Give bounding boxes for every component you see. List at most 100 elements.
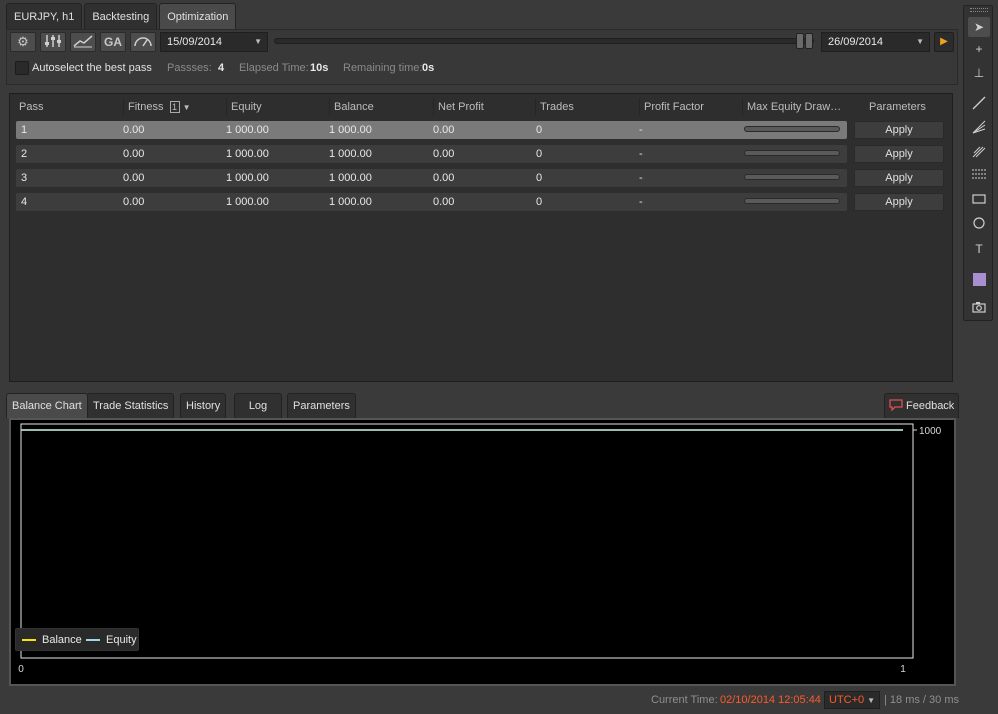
- toolbar-grip[interactable]: [970, 8, 988, 12]
- timezone-value: UTC+0: [829, 694, 865, 706]
- apply-button[interactable]: Apply: [854, 169, 944, 187]
- cell-pass: 3: [21, 172, 28, 184]
- cell-profit-factor: -: [639, 172, 643, 184]
- start-date-select[interactable]: 15/09/2014 ▼: [160, 32, 268, 52]
- apply-button[interactable]: Apply: [854, 145, 944, 163]
- table-row[interactable]: 1 0.00 1 000.00 1 000.00 0.00 0 -: [16, 121, 847, 139]
- column-header-trades[interactable]: Trades: [535, 98, 639, 116]
- legend-label-balance: Balance: [42, 634, 82, 646]
- ellipse-icon[interactable]: [968, 215, 990, 235]
- cell-net-profit: 0.00: [433, 124, 455, 136]
- cell-equity: 1 000.00: [226, 196, 269, 208]
- fibonacci-fan-icon[interactable]: [968, 119, 990, 139]
- cell-pass: 1: [21, 124, 28, 136]
- feedback-button[interactable]: Feedback: [884, 393, 960, 418]
- ga-icon[interactable]: GA: [100, 32, 126, 52]
- fitness-header-label: Fitness: [128, 101, 164, 113]
- cell-net-profit: 0.00: [433, 196, 455, 208]
- balance-chart-plot: 0 1 1000: [18, 423, 942, 675]
- cell-balance: 1 000.00: [329, 196, 372, 208]
- column-header-profit-factor[interactable]: Profit Factor: [639, 98, 742, 116]
- cell-equity: 1 000.00: [226, 124, 269, 136]
- latency-readout: | 18 ms / 30 ms: [884, 694, 959, 706]
- tab-log[interactable]: Log: [234, 393, 282, 418]
- passes-label: Passses:: [167, 62, 212, 74]
- rectangle-icon[interactable]: [968, 191, 990, 211]
- chart-line-icon[interactable]: [70, 32, 96, 52]
- trend-line-icon[interactable]: [968, 95, 990, 115]
- cursor-arrow-icon[interactable]: ➤: [968, 17, 990, 37]
- cell-equity: 1 000.00: [226, 172, 269, 184]
- cell-fitness: 0.00: [123, 124, 145, 136]
- tab-history[interactable]: History: [180, 393, 227, 418]
- current-time-value: 02/10/2014 12:05:44: [720, 694, 821, 706]
- column-header-max-equity-drawdown[interactable]: Max Equity Draw…: [742, 98, 846, 116]
- sliders-icon[interactable]: [40, 32, 66, 52]
- cell-fitness: 0.00: [123, 172, 145, 184]
- chevron-down-icon: ▼: [916, 37, 924, 46]
- chevron-down-icon: ▼: [254, 37, 262, 46]
- elapsed-value: 10s: [310, 62, 329, 74]
- tab-trade-statistics[interactable]: Trade Statistics: [87, 393, 175, 418]
- cell-profit-factor: -: [639, 196, 643, 208]
- cell-trades: 0: [536, 172, 543, 184]
- tab-balance-chart[interactable]: Balance Chart: [6, 393, 88, 418]
- column-header-fitness[interactable]: Fitness 1 ▼: [123, 98, 226, 116]
- plot-area-frame: [20, 423, 914, 659]
- cell-pass: 4: [21, 196, 28, 208]
- pitchfork-icon[interactable]: [968, 143, 990, 163]
- column-header-pass[interactable]: Pass: [15, 98, 123, 116]
- column-header-net-profit[interactable]: Net Profit: [433, 98, 535, 116]
- feedback-label: Feedback: [906, 400, 955, 412]
- column-header-parameters: Parameters: [869, 101, 926, 113]
- cell-fitness: 0.00: [123, 148, 145, 160]
- crosshair-icon[interactable]: +: [968, 39, 990, 59]
- slider-handle-left[interactable]: [796, 33, 804, 49]
- table-row[interactable]: 2 0.00 1 000.00 1 000.00 0.00 0 -: [16, 145, 847, 163]
- cell-fitness: 0.00: [123, 196, 145, 208]
- speedometer-icon[interactable]: [130, 32, 156, 52]
- sort-desc-icon: ▼: [182, 103, 191, 112]
- table-row[interactable]: 3 0.00 1 000.00 1 000.00 0.00 0 -: [16, 169, 847, 187]
- cell-balance: 1 000.00: [329, 124, 372, 136]
- tab-backtesting[interactable]: Backtesting: [84, 3, 158, 29]
- date-range-slider[interactable]: [274, 38, 814, 44]
- elapsed-label: Elapsed Time:: [239, 62, 309, 74]
- text-tool-icon[interactable]: T: [968, 239, 990, 259]
- color-picker-swatch[interactable]: [968, 269, 990, 289]
- measure-icon[interactable]: ⊥: [968, 63, 990, 83]
- apply-button[interactable]: Apply: [854, 193, 944, 211]
- remaining-value: 0s: [422, 62, 435, 74]
- autoselect-label: Autoselect the best pass: [32, 62, 152, 74]
- apply-button[interactable]: Apply: [854, 121, 944, 139]
- cell-net-profit: 0.00: [433, 148, 455, 160]
- balance-chart: 0 1 1000 Balance Equity: [9, 418, 956, 686]
- y-tick-label: 1000: [919, 426, 942, 437]
- passes-value: 4: [218, 62, 225, 74]
- tab-eurjpy-h1[interactable]: EURJPY, h1: [6, 3, 83, 29]
- table-row[interactable]: 4 0.00 1 000.00 1 000.00 0.00 0 -: [16, 193, 847, 211]
- play-icon[interactable]: ▶: [934, 32, 954, 52]
- fibonacci-retracement-icon[interactable]: [968, 167, 990, 187]
- cell-trades: 0: [536, 148, 543, 160]
- cell-balance: 1 000.00: [329, 148, 372, 160]
- column-header-equity[interactable]: Equity: [226, 98, 329, 116]
- slider-handle-right[interactable]: [805, 33, 813, 49]
- end-date-select[interactable]: 26/09/2014 ▼: [821, 32, 930, 52]
- tab-optimization[interactable]: Optimization: [159, 3, 237, 29]
- remaining-label: Remaining time:: [343, 62, 423, 74]
- autoselect-checkbox[interactable]: [15, 61, 29, 75]
- tab-parameters[interactable]: Parameters: [287, 393, 356, 418]
- cell-pass: 2: [21, 148, 28, 160]
- chevron-down-icon: ▼: [867, 696, 875, 705]
- timezone-select[interactable]: UTC+0 ▼: [824, 691, 880, 709]
- column-header-balance[interactable]: Balance: [329, 98, 433, 116]
- drawdown-bar: [744, 126, 840, 132]
- camera-screenshot-icon[interactable]: [968, 299, 990, 319]
- settings-gear-icon[interactable]: ⚙: [10, 32, 36, 52]
- cell-trades: 0: [536, 124, 543, 136]
- results-table: Pass Fitness 1 ▼ Equity Balance Net Prof…: [9, 93, 953, 382]
- drawdown-bar: [744, 150, 840, 156]
- cell-trades: 0: [536, 196, 543, 208]
- end-date-value: 26/09/2014: [828, 36, 884, 48]
